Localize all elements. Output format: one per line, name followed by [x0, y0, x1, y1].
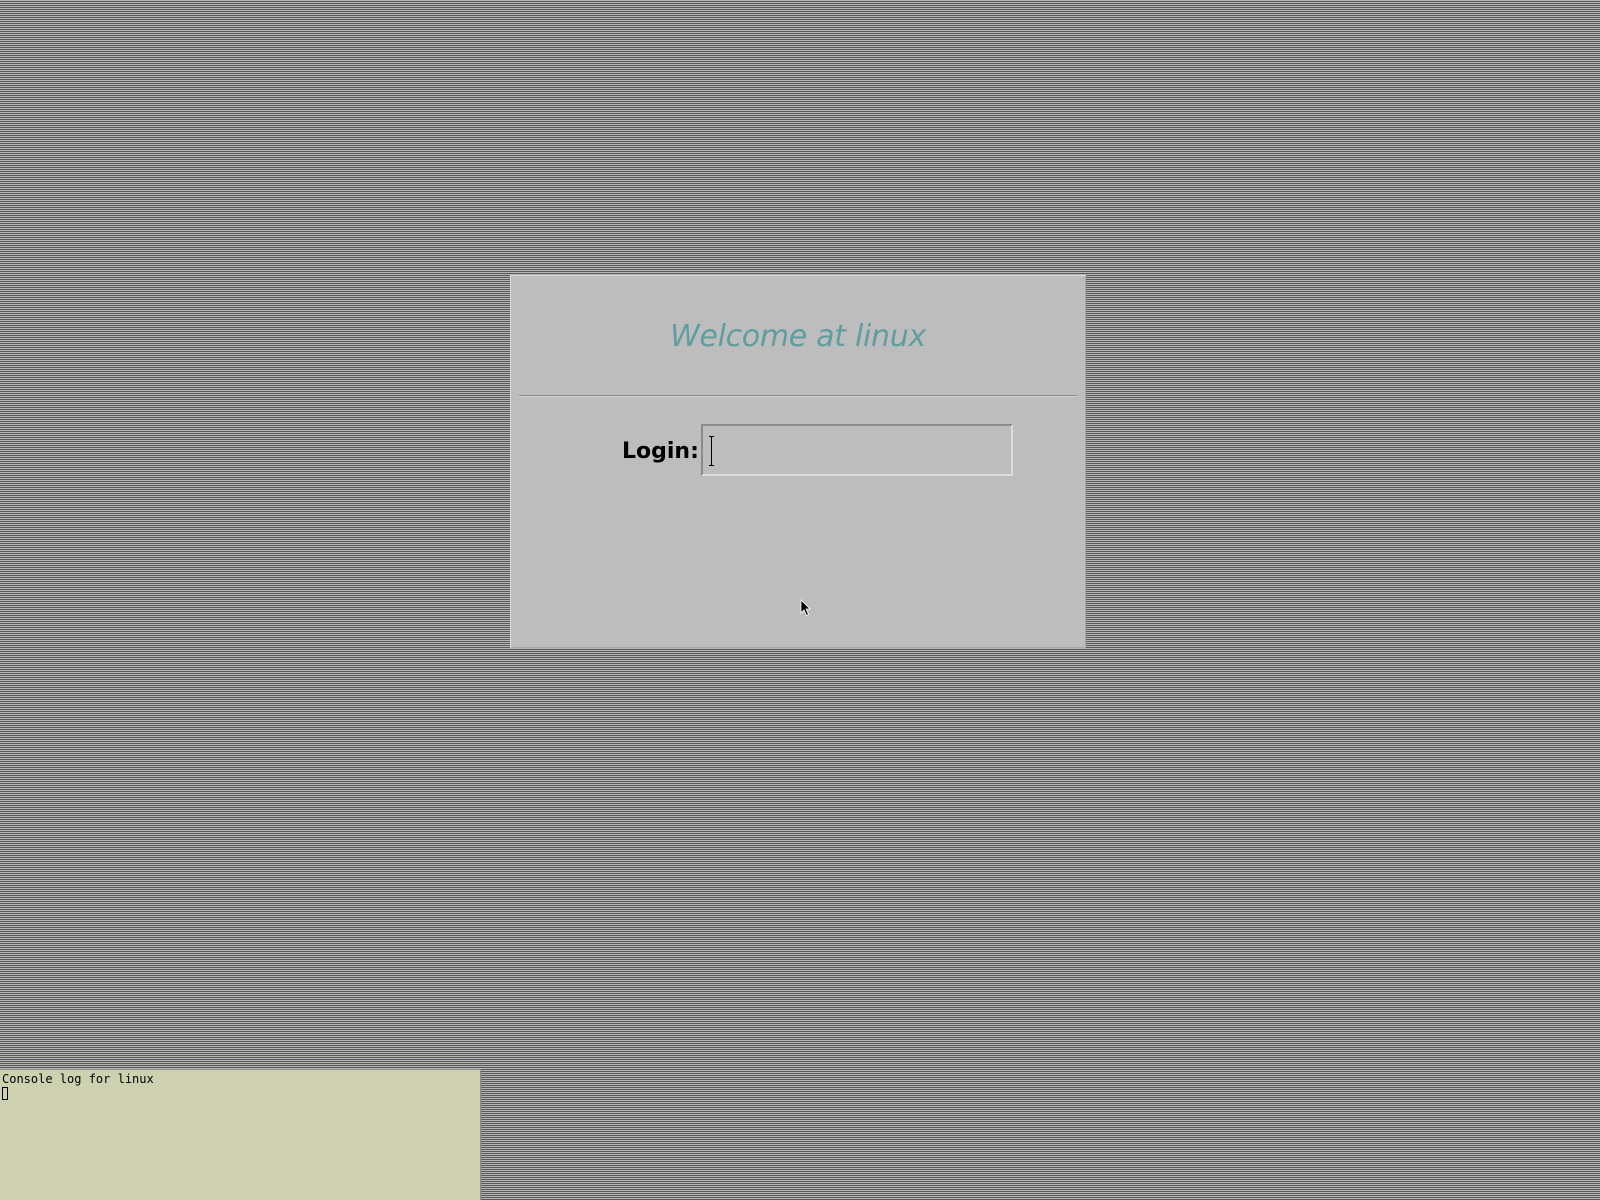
desktop-background: Welcome at linux Login: Console log for … — [0, 0, 1600, 1200]
console-line — [2, 1086, 478, 1103]
i-beam-cursor-icon — [709, 436, 714, 466]
arrow-pointer-icon — [800, 599, 811, 617]
login-input[interactable] — [701, 424, 1013, 476]
block-cursor-icon — [2, 1087, 8, 1100]
login-panel: Welcome at linux Login: — [510, 275, 1086, 648]
console-title: Console log for linux — [2, 1072, 154, 1086]
console-log-window[interactable]: Console log for linux — [0, 1069, 481, 1200]
login-label: Login: — [622, 439, 699, 464]
greeting-title: Welcome at linux — [670, 319, 926, 354]
separator — [519, 395, 1077, 397]
